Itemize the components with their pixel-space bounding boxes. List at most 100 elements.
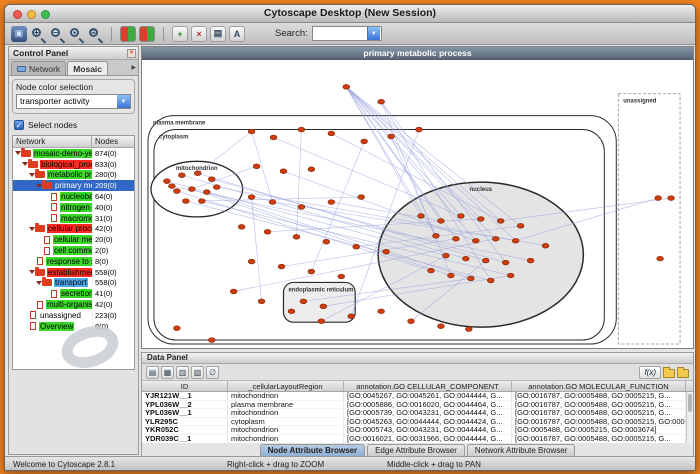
- tree-item-multi-organism-pro[interactable]: multi-organism pro42(0): [13, 299, 134, 310]
- column-header-annotation-go-cellular-component[interactable]: annotation.GO CELLULAR_COMPONENT: [344, 381, 512, 391]
- table-row[interactable]: YLR295Ccytoplasm[GO:0045263, GO:0044444,…: [142, 418, 693, 427]
- network-node[interactable]: [300, 299, 307, 304]
- network-node[interactable]: [208, 177, 215, 182]
- import-attributes-folder-icon[interactable]: [663, 369, 675, 378]
- expander-icon[interactable]: [28, 173, 35, 177]
- tab-scroll-right-icon[interactable]: ▶: [131, 64, 136, 71]
- network-node[interactable]: [182, 199, 189, 204]
- tree-item-nitrogen-compo[interactable]: nitrogen compo40(0): [13, 202, 134, 213]
- network-node[interactable]: [269, 200, 276, 205]
- table-row[interactable]: YKR052Cmitochondrion[GO:0005743, GO:0043…: [142, 426, 693, 435]
- zoom-window-button[interactable]: [41, 10, 50, 19]
- network-node[interactable]: [361, 139, 368, 144]
- network-node[interactable]: [438, 324, 445, 329]
- tab-mosaic[interactable]: Mosaic: [67, 61, 108, 75]
- network-node[interactable]: [482, 258, 489, 263]
- network-node[interactable]: [173, 189, 180, 194]
- tree-item-cellular-metabo[interactable]: cellular metabo20(0): [13, 234, 134, 245]
- network-node[interactable]: [487, 278, 494, 283]
- network-node[interactable]: [188, 187, 195, 192]
- formula-builder-button[interactable]: f(x): [639, 366, 661, 379]
- network-node[interactable]: [465, 327, 472, 332]
- network-node[interactable]: [507, 273, 514, 278]
- open-attributes-folder-icon[interactable]: [677, 369, 689, 378]
- network-node[interactable]: [472, 238, 479, 243]
- network-node[interactable]: [416, 127, 423, 132]
- tree-item-mosaic-demo-yeast[interactable]: mosaic-demo-yeast874(0): [13, 148, 134, 159]
- network-node[interactable]: [213, 185, 220, 190]
- network-node[interactable]: [452, 236, 459, 241]
- table-row[interactable]: YPL036W__1mitochondrion[GO:0005739, GO:0…: [142, 409, 693, 418]
- network-node[interactable]: [655, 196, 662, 201]
- network-node[interactable]: [418, 214, 425, 219]
- network-node[interactable]: [408, 319, 415, 324]
- network-node[interactable]: [447, 273, 454, 278]
- network-canvas[interactable]: plasma membranecytoplasmmitochondrionnuc…: [142, 60, 693, 348]
- network-node[interactable]: [542, 243, 549, 248]
- network-node[interactable]: [298, 205, 305, 210]
- network-node[interactable]: [238, 224, 245, 229]
- network-node[interactable]: [517, 223, 524, 228]
- select-nodes-checkbox[interactable]: ✓: [14, 120, 24, 130]
- tree-column-nodes[interactable]: Nodes: [92, 136, 134, 147]
- network-node[interactable]: [230, 289, 237, 294]
- trash-icon[interactable]: ∅: [206, 366, 219, 379]
- tree-item-establishment-of-lo[interactable]: establishment of lo558(0): [13, 267, 134, 278]
- network-node[interactable]: [378, 309, 385, 314]
- network-node[interactable]: [428, 268, 435, 273]
- delete-attributes-icon[interactable]: ▥: [176, 366, 189, 379]
- tree-item-nucleobase[interactable]: nucleobase64(0): [13, 191, 134, 202]
- network-node[interactable]: [383, 249, 390, 254]
- expander-icon[interactable]: [21, 162, 28, 166]
- network-node[interactable]: [288, 309, 295, 314]
- destroy-network-icon[interactable]: ×: [191, 26, 207, 42]
- network-node[interactable]: [457, 214, 464, 219]
- tree-item-biological-process[interactable]: biological_process833(0): [13, 159, 134, 170]
- network-node[interactable]: [278, 264, 285, 269]
- tree-item-cell-communica[interactable]: cell communica2(0): [13, 245, 134, 256]
- network-node[interactable]: [348, 314, 355, 319]
- table-row[interactable]: YDR039C__1mitochondrion[GO:0016021, GO:0…: [142, 435, 693, 443]
- tree-item-overview[interactable]: Overview8(0): [13, 321, 134, 332]
- float-panel-button[interactable]: ×: [127, 49, 136, 58]
- network-node[interactable]: [492, 236, 499, 241]
- network-node[interactable]: [320, 304, 327, 309]
- network-node[interactable]: [358, 195, 365, 200]
- expander-icon[interactable]: [14, 151, 21, 155]
- network-node[interactable]: [467, 276, 474, 281]
- zoom-fit-content-icon[interactable]: ≡: [87, 26, 103, 42]
- tab-node-attribute-browser[interactable]: Node Attribute Browser: [260, 444, 366, 456]
- table-scrollbar[interactable]: [686, 392, 693, 443]
- network-node[interactable]: [270, 135, 277, 140]
- network-node[interactable]: [178, 173, 185, 178]
- tree-item-transport[interactable]: transport558(0): [13, 278, 134, 289]
- title-bar[interactable]: Cytoscape Desktop (New Session): [5, 5, 695, 23]
- network-node[interactable]: [264, 229, 271, 234]
- network-node[interactable]: [208, 338, 215, 343]
- network-node[interactable]: [293, 234, 300, 239]
- table-row[interactable]: YJR121W__1mitochondrion[GO:0045267, GO:0…: [142, 392, 693, 401]
- minimize-window-button[interactable]: [27, 10, 36, 19]
- zoom-out-icon[interactable]: −: [49, 26, 65, 42]
- column-header-id[interactable]: ID: [142, 381, 228, 391]
- table-row[interactable]: YPL036W__2plasma membrane[GO:0005886, GO…: [142, 401, 693, 410]
- tree-item-cellular-process[interactable]: cellular process42(0): [13, 224, 134, 235]
- close-window-button[interactable]: [13, 10, 22, 19]
- annotation-icon[interactable]: A: [229, 26, 245, 42]
- select-attributes-icon[interactable]: ▤: [146, 366, 159, 379]
- select-all-columns-icon[interactable]: ▧: [191, 366, 204, 379]
- tree-item-metabolic-process[interactable]: metabolic process280(0): [13, 170, 134, 181]
- network-node[interactable]: [248, 259, 255, 264]
- search-combobox[interactable]: ▼: [312, 26, 382, 41]
- network-node[interactable]: [378, 99, 385, 104]
- expander-icon[interactable]: [35, 184, 42, 188]
- network-node[interactable]: [338, 274, 345, 279]
- import-network-icon[interactable]: ▤: [210, 26, 226, 42]
- network-node[interactable]: [323, 239, 330, 244]
- network-node[interactable]: [343, 84, 350, 89]
- network-node[interactable]: [164, 179, 171, 184]
- tree-item-macromolecule[interactable]: macromolecule31(0): [13, 213, 134, 224]
- network-node[interactable]: [253, 164, 260, 169]
- network-node[interactable]: [328, 131, 335, 136]
- network-node[interactable]: [298, 127, 305, 132]
